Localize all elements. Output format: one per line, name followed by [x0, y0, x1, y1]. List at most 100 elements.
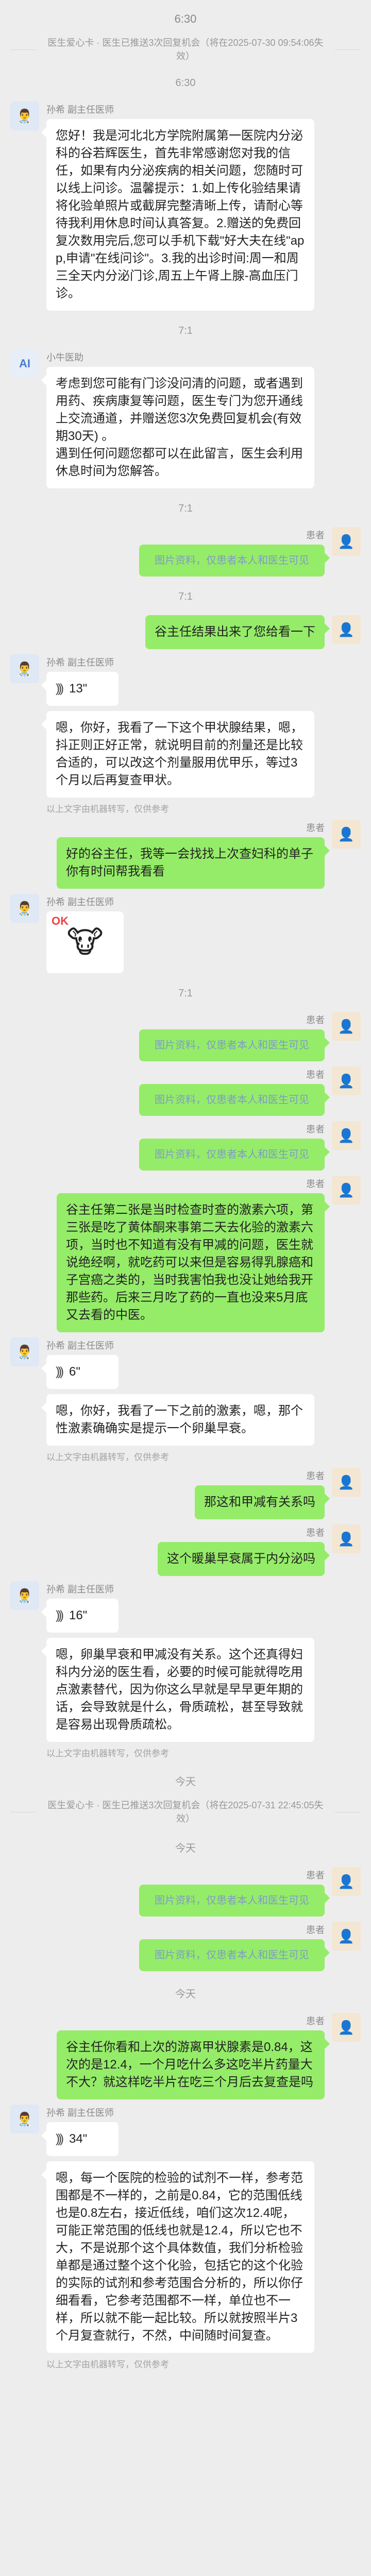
doctor-avatar[interactable] [10, 894, 39, 923]
message-row: 患者 图片资料，仅患者本人和医生可见 [10, 1012, 361, 1061]
sender-name: 患者 [306, 1179, 325, 1189]
assistant-avatar[interactable]: AI [10, 349, 39, 378]
message-bubble[interactable]: 谷主任第二张是当时检查时查的激素六项，第三张是吃了黄体酮来事第二天去化验的激素六… [57, 1193, 330, 1332]
patient-avatar[interactable] [332, 1867, 361, 1896]
doctor-avatar[interactable] [10, 101, 39, 130]
image-attachment[interactable]: 图片资料，仅患者本人和医生可见 [139, 545, 330, 577]
transcript-bubble[interactable]: 嗯，每一个医院的检验的试剂不一样，参考范围都是不一样的，之前是0.84，它的范围… [41, 2161, 314, 2353]
patient-avatar[interactable] [332, 820, 361, 849]
image-attachment[interactable]: 图片资料，仅患者本人和医生可见 [139, 1939, 330, 1971]
doctor-avatar[interactable] [10, 654, 39, 683]
transcript-bubble[interactable]: 嗯，你好，我看了一下这个甲状腺结果，嗯，抖正则正好正常，就说明目前的剂量还是比较… [41, 711, 314, 798]
message-row: 患者 好的谷主任，我等一会找找上次查妇科的单子你有时间帮我看看 [10, 820, 361, 889]
message-row: 孙希 副主任医师 ))) 34" [10, 2105, 361, 2156]
system-banner: 医生爱心卡 · 医生已推送3次回复机会（将在2025-07-30 09:54:0… [10, 36, 361, 63]
sticker-caption: OK [52, 914, 69, 927]
sender-name: 患者 [306, 823, 325, 833]
patient-avatar[interactable] [332, 1066, 361, 1095]
message-bubble[interactable]: 这个暖巢早衰属于内分泌吗 [158, 1542, 330, 1576]
voice-wave-icon: ))) [56, 1365, 64, 1379]
sender-name: 孙希 副主任医师 [46, 897, 114, 907]
doctor-avatar[interactable] [10, 2105, 39, 2133]
message-row: 患者 图片资料，仅患者本人和医生可见 [10, 1922, 361, 1971]
message-row: 患者 那这和甲减有关系吗 [10, 1468, 361, 1519]
patient-avatar[interactable] [332, 615, 361, 644]
sender-name: 患者 [306, 1471, 325, 1481]
voice-wave-icon: ))) [56, 1608, 64, 1622]
sender-name: 患者 [306, 2016, 325, 2026]
cow-doctor-sticker-icon: 🐮 [66, 925, 104, 959]
sender-name: 患者 [306, 1015, 325, 1025]
message-bubble[interactable]: 谷主任结果出来了您给看一下 [145, 615, 330, 649]
message-row: 孙希 副主任医师 ))) 6" [10, 1337, 361, 1389]
patient-avatar[interactable] [332, 1524, 361, 1553]
sender-name: 患者 [306, 1528, 325, 1538]
doctor-avatar[interactable] [10, 1581, 39, 1610]
system-banner: 医生爱心卡 · 医生已推送3次回复机会（将在2025-07-31 22:45:0… [10, 1799, 361, 1825]
timestamp: 7:1 [178, 503, 193, 514]
voice-wave-icon: ))) [56, 682, 64, 696]
status-time: 6:30 [174, 12, 197, 25]
patient-avatar[interactable] [332, 1176, 361, 1205]
patient-avatar[interactable] [332, 1922, 361, 1951]
voice-message[interactable]: ))) 16" [41, 1599, 119, 1633]
patient-avatar[interactable] [332, 527, 361, 556]
message-row: 患者 谷主任第二张是当时检查时查的激素六项，第三张是吃了黄体酮来事第二天去化验的… [10, 1176, 361, 1332]
message-row: 患者 这个暖巢早衰属于内分泌吗 [10, 1524, 361, 1576]
sticker-image[interactable]: OK 🐮 [46, 911, 124, 973]
transcript-bubble[interactable]: 嗯，卵巢早衰和甲减没有关系。这个还真得妇科内分泌的医生看，必要的时候可能就得吃用… [41, 1638, 314, 1742]
transcript-note: 以上文字由机器转写，仅供参考 [46, 804, 169, 814]
voice-duration: 6" [69, 1365, 80, 1379]
message-row: AI 小牛医助 考虑到您可能有门诊没问清的问题，或者遇到用药、疾病康复等问题，医… [10, 349, 361, 488]
timestamp: 今天 [175, 1989, 196, 2000]
transcript-bubble[interactable]: 嗯，你好，我看了一下之前的激素，嗯，那个性激素确确实是提示一个卵巢早衰。 [41, 1394, 314, 1446]
sender-name: 孙希 副主任医师 [46, 2108, 114, 2118]
transcript-note: 以上文字由机器转写，仅供参考 [46, 1452, 169, 1462]
message-row: 患者 谷主任你看和上次的游离甲状腺素是0.84，这次的是12.4，一个月吃什么多… [10, 2013, 361, 2099]
sender-name: 患者 [306, 1925, 325, 1935]
timestamp: 7:1 [178, 325, 193, 336]
sender-name: 患者 [306, 1124, 325, 1134]
message-bubble[interactable]: 好的谷主任，我等一会找找上次查妇科的单子你有时间帮我看看 [57, 837, 330, 889]
message-row: 患者 图片资料，仅患者本人和医生可见 [10, 527, 361, 577]
sender-name: 孙希 副主任医师 [46, 1341, 114, 1351]
message-row: 孙希 副主任医师 您好！我是河北北方学院附属第一医院内分泌科的谷若辉医生，首先非… [10, 101, 361, 311]
doctor-avatar[interactable] [10, 1337, 39, 1366]
patient-avatar[interactable] [332, 1468, 361, 1497]
message-row: 嗯，每一个医院的检验的试剂不一样，参考范围都是不一样的，之前是0.84，它的范围… [10, 2161, 361, 2370]
image-attachment[interactable]: 图片资料，仅患者本人和医生可见 [139, 1139, 330, 1171]
voice-message[interactable]: ))) 6" [41, 1355, 119, 1389]
message-bubble[interactable]: 考虑到您可能有门诊没问清的问题，或者遇到用药、疾病康复等问题，医生专门为您开通线… [41, 367, 314, 488]
patient-avatar[interactable] [332, 2013, 361, 2042]
message-row: 嗯，你好，我看了一下之前的激素，嗯，那个性激素确确实是提示一个卵巢早衰。 以上文… [10, 1394, 361, 1463]
timestamp: 6:30 [175, 77, 196, 89]
sender-name: 孙希 副主任医师 [46, 105, 114, 115]
chat-thread[interactable]: 6:30 医生爱心卡 · 医生已推送3次回复机会（将在2025-07-30 09… [0, 0, 371, 2396]
message-row: 孙希 副主任医师 ))) 16" [10, 1581, 361, 1633]
message-row: 嗯，你好，我看了一下这个甲状腺结果，嗯，抖正则正好正常，就说明目前的剂量还是比较… [10, 711, 361, 815]
timestamp: 今天 [175, 1776, 196, 1788]
message-bubble[interactable]: 那这和甲减有关系吗 [195, 1485, 330, 1519]
sender-name: 患者 [306, 1070, 325, 1080]
voice-message[interactable]: ))) 13" [41, 672, 119, 706]
patient-avatar[interactable] [332, 1121, 361, 1150]
voice-wave-icon: ))) [56, 2132, 64, 2146]
image-attachment[interactable]: 图片资料，仅患者本人和医生可见 [139, 1029, 330, 1061]
voice-duration: 16" [69, 1608, 88, 1622]
message-row: 患者 图片资料，仅患者本人和医生可见 [10, 1867, 361, 1917]
message-row: 嗯，卵巢早衰和甲减没有关系。这个还真得妇科内分泌的医生看，必要的时候可能就得吃用… [10, 1638, 361, 1759]
message-bubble[interactable]: 谷主任你看和上次的游离甲状腺素是0.84，这次的是12.4，一个月吃什么多这吃半… [57, 2030, 330, 2099]
voice-message[interactable]: ))) 34" [41, 2122, 119, 2156]
sender-name: 患者 [306, 1870, 325, 1880]
timestamp: 7:1 [178, 988, 193, 999]
sender-name: 患者 [306, 530, 325, 540]
message-bubble[interactable]: 您好！我是河北北方学院附属第一医院内分泌科的谷若辉医生，首先非常感谢您对我的信任… [41, 119, 314, 311]
image-attachment[interactable]: 图片资料，仅患者本人和医生可见 [139, 1885, 330, 1917]
message-row: 孙希 副主任医师 ))) 13" [10, 654, 361, 706]
sender-name: 孙希 副主任医师 [46, 1584, 114, 1595]
patient-avatar[interactable] [332, 1012, 361, 1041]
image-attachment[interactable]: 图片资料，仅患者本人和医生可见 [139, 1084, 330, 1116]
transcript-note: 以上文字由机器转写，仅供参考 [46, 2360, 169, 2369]
sender-name: 孙希 副主任医师 [46, 657, 114, 668]
sender-name: 小牛医助 [46, 352, 83, 363]
